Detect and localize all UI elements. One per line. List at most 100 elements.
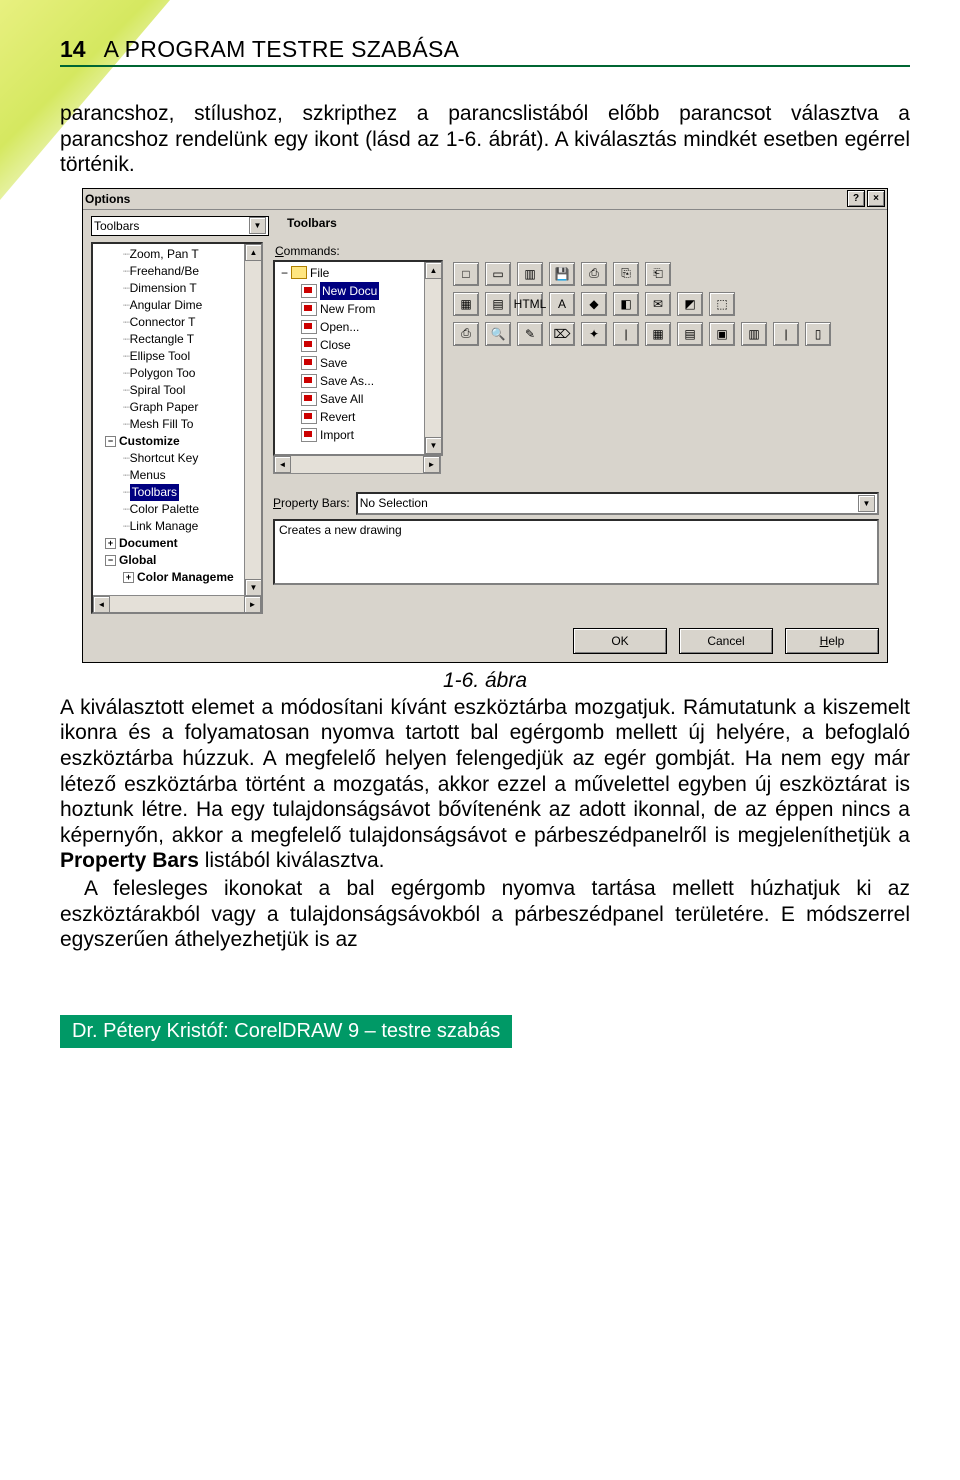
command-icon [301, 338, 317, 352]
cancel-button[interactable]: Cancel [679, 628, 773, 654]
toolbar-icon-button[interactable]: ▯ [805, 322, 831, 346]
toolbar-icon-button[interactable]: ▥ [741, 322, 767, 346]
scroll-down-icon[interactable]: ▼ [425, 437, 442, 454]
command-tree-item[interactable]: −File [277, 264, 439, 282]
toolbar-icon-button[interactable]: ✦ [581, 322, 607, 346]
tree-item[interactable]: −Customize [97, 433, 259, 450]
toolbar-icon-button[interactable]: ◩ [677, 292, 703, 316]
command-tree-item[interactable]: Save [277, 354, 439, 372]
tree-item[interactable]: ┈ Dimension T [97, 280, 259, 297]
toolbar-icon-button[interactable]: | [773, 322, 799, 346]
toolbar-icon-button[interactable]: ⎗ [645, 262, 671, 286]
close-icon[interactable]: × [867, 190, 885, 207]
ok-button[interactable]: OK [573, 628, 667, 654]
command-tree-item[interactable]: Close [277, 336, 439, 354]
tree-item[interactable]: ┈ Menus [97, 467, 259, 484]
vertical-scrollbar[interactable]: ▲ ▼ [424, 262, 441, 454]
toolbar-icon-button[interactable]: 🔍 [485, 322, 511, 346]
tree-item[interactable]: ┈ Shortcut Key [97, 450, 259, 467]
toolbar-icon-button[interactable]: ◆ [581, 292, 607, 316]
tree-item[interactable]: ┈ Connector T [97, 314, 259, 331]
tree-item[interactable]: ┈ Toolbars [97, 484, 259, 501]
page-header: 14 A PROGRAM TESTRE SZABÁSA [60, 36, 910, 67]
scroll-right-icon[interactable]: ► [423, 456, 440, 473]
options-dialog: Options ? × Toolbars ▼ Toolbars ┈ Zoom, … [82, 188, 888, 663]
tree-item[interactable]: ┈ Color Palette [97, 501, 259, 518]
tree-item[interactable]: ┈ Spiral Tool [97, 382, 259, 399]
command-tree-item[interactable]: Open... [277, 318, 439, 336]
scroll-down-icon[interactable]: ▼ [245, 579, 262, 596]
tree-item[interactable]: ┈ Graph Paper [97, 399, 259, 416]
toolbar-icon-button[interactable]: □ [453, 262, 479, 286]
horizontal-scrollbar[interactable]: ◄ ► [93, 595, 261, 612]
command-icon [301, 410, 317, 424]
tree-item[interactable]: ┈ Link Manage [97, 518, 259, 535]
toolbar-icon-button[interactable]: ▦ [645, 322, 671, 346]
category-tree[interactable]: ┈ Zoom, Pan T┈ Freehand/Be┈ Dimension T┈… [91, 242, 263, 614]
icon-grid: □▭▥💾⎙⎘⎗ ▦▤HTMLA◆◧✉◩⬚ ⎙🔍✎⌦✦|▦▤▣▥|▯ [453, 260, 879, 352]
command-tree-item[interactable]: Revert [277, 408, 439, 426]
command-tree-item[interactable]: Save As... [277, 372, 439, 390]
commands-tree[interactable]: −FileNew DocuNew FromOpen...CloseSaveSav… [273, 260, 443, 456]
help-icon[interactable]: ? [847, 190, 865, 207]
vertical-scrollbar[interactable]: ▲ ▼ [244, 244, 261, 596]
tree-item[interactable]: ┈ Mesh Fill To [97, 416, 259, 433]
toolbar-icon-button[interactable]: ▤ [485, 292, 511, 316]
toolbar-icon-button[interactable]: ▭ [485, 262, 511, 286]
toolbar-icon-button[interactable]: ⎘ [613, 262, 639, 286]
page: 14 A PROGRAM TESTRE SZABÁSA parancshoz, … [0, 0, 960, 1068]
tree-item[interactable]: ┈ Ellipse Tool [97, 348, 259, 365]
tree-item[interactable]: +Document [97, 535, 259, 552]
toolbar-icon-button[interactable]: ⌦ [549, 322, 575, 346]
scroll-up-icon[interactable]: ▲ [245, 244, 262, 261]
toolbar-icon-button[interactable]: 💾 [549, 262, 575, 286]
toolbar-icon-button[interactable]: ⎙ [453, 322, 479, 346]
toolbar-icon-button[interactable]: ⎙ [581, 262, 607, 286]
tree-item[interactable]: ┈ Rectangle T [97, 331, 259, 348]
command-tree-item[interactable]: Import [277, 426, 439, 444]
command-icon [301, 392, 317, 406]
category-combo[interactable]: Toolbars ▼ [91, 216, 269, 236]
tree-item[interactable]: ┈ Polygon Too [97, 365, 259, 382]
scroll-left-icon[interactable]: ◄ [93, 596, 110, 613]
toolbar-icon-button[interactable]: ▥ [517, 262, 543, 286]
toolbar-icon-button[interactable]: ✉ [645, 292, 671, 316]
chevron-down-icon[interactable]: ▼ [858, 495, 875, 512]
toolbar-icon-button[interactable]: HTML [517, 292, 543, 316]
description-box: Creates a new drawing [273, 519, 879, 585]
toolbar-icon-button[interactable]: A [549, 292, 575, 316]
scroll-up-icon[interactable]: ▲ [425, 262, 442, 279]
command-icon [301, 284, 317, 298]
toolbar-icon-button[interactable]: ▦ [453, 292, 479, 316]
tree-item[interactable]: ┈ Freehand/Be [97, 263, 259, 280]
command-tree-item[interactable]: Save All [277, 390, 439, 408]
toolbar-icon-button[interactable]: ✎ [517, 322, 543, 346]
toolbar-icon-button[interactable]: ▣ [709, 322, 735, 346]
chevron-down-icon[interactable]: ▼ [249, 217, 266, 234]
help-button[interactable]: Help [785, 628, 879, 654]
command-tree-item[interactable]: New From [277, 300, 439, 318]
tree-item[interactable]: ┈ Zoom, Pan T [97, 246, 259, 263]
body-text-2: A kiválasztott elemet a módosítani kíván… [60, 695, 910, 953]
folder-icon [291, 266, 307, 279]
tree-item[interactable]: +Color Manageme [97, 569, 259, 586]
paragraph-1: parancshoz, stílushoz, szkripthez a para… [60, 101, 910, 178]
property-bars-combo[interactable]: No Selection ▼ [356, 492, 879, 515]
toolbar-icon-button[interactable]: ⬚ [709, 292, 735, 316]
command-icon [301, 356, 317, 370]
command-icon [301, 428, 317, 442]
command-tree-item[interactable]: New Docu [277, 282, 439, 300]
dialog-title: Options [85, 192, 130, 206]
scroll-left-icon[interactable]: ◄ [274, 456, 291, 473]
tree-item[interactable]: ┈ Angular Dime [97, 297, 259, 314]
toolbar-icon-button[interactable]: | [613, 322, 639, 346]
scroll-right-icon[interactable]: ► [244, 596, 261, 613]
panel-title: Toolbars [287, 216, 337, 236]
toolbar-icon-button[interactable]: ▤ [677, 322, 703, 346]
horizontal-scrollbar[interactable]: ◄ ► [273, 455, 441, 474]
page-footer: Dr. Pétery Kristóf: CorelDRAW 9 – testre… [60, 1015, 512, 1048]
property-bars-row: Property Bars: No Selection ▼ [273, 492, 879, 515]
toolbar-icon-button[interactable]: ◧ [613, 292, 639, 316]
property-bars-label: Property Bars: [273, 496, 350, 510]
tree-item[interactable]: −Global [97, 552, 259, 569]
